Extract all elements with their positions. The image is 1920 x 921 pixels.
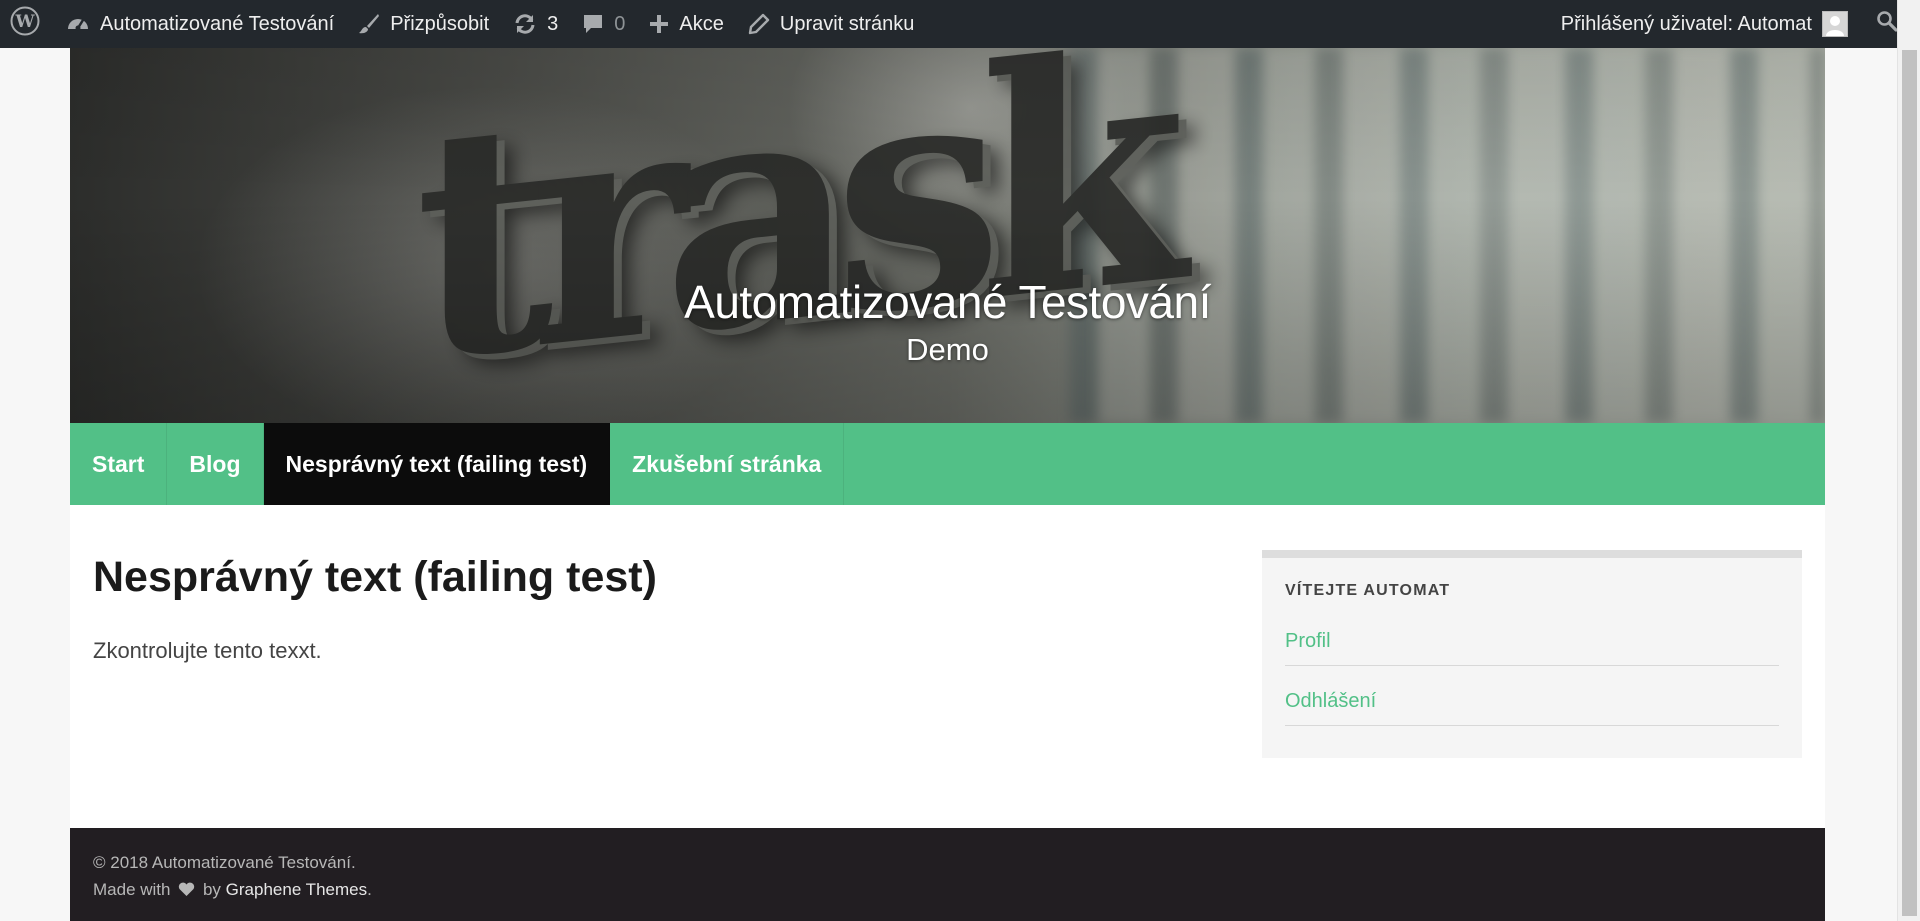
comment-icon xyxy=(582,13,604,35)
edit-page-menu[interactable]: Upravit stránku xyxy=(736,0,927,48)
graphene-themes-link[interactable]: Graphene Themes xyxy=(226,880,367,899)
my-account-menu[interactable]: Přihlášený uživatel: Automat xyxy=(1549,0,1860,48)
heart-icon xyxy=(178,880,195,900)
admin-bar: W Automatizované Testování Přizpůsobit 3… xyxy=(0,0,1920,48)
new-content-label: Akce xyxy=(679,12,724,35)
widget-title: VÍTEJTE AUTOMAT xyxy=(1285,582,1451,599)
site-footer: © 2018 Automatizované Testování. Made wi… xyxy=(70,828,1825,921)
updates-icon xyxy=(513,13,537,35)
new-content-menu[interactable]: Akce xyxy=(637,0,735,48)
site-title[interactable]: Automatizované Testování xyxy=(70,275,1825,329)
main-navigation: Start Blog Nesprávný text (failing test)… xyxy=(70,423,1825,505)
site-name-label: Automatizované Testování xyxy=(100,12,335,35)
customize-menu[interactable]: Přizpůsobit xyxy=(346,0,501,48)
logout-link[interactable]: Odhlášení xyxy=(1285,686,1779,726)
avatar xyxy=(1822,11,1848,37)
nav-item-start[interactable]: Start xyxy=(70,423,168,505)
dashboard-icon xyxy=(66,13,90,35)
svg-text:W: W xyxy=(14,12,35,32)
page-body-text: Zkontrolujte tento texxt. xyxy=(93,638,322,663)
user-greeting: Přihlášený uživatel: Automat xyxy=(1560,12,1812,35)
page-title: Nesprávný text (failing test) xyxy=(93,553,657,601)
main-content: Nesprávný text (failing test) Zkontroluj… xyxy=(70,505,1825,829)
footer-by: by xyxy=(202,880,221,899)
admin-bar-right: Přihlášený uživatel: Automat xyxy=(1549,0,1920,48)
page-container: trask Automatizované Testování Demo Star… xyxy=(70,48,1825,921)
pencil-icon xyxy=(748,13,770,35)
vertical-scrollbar[interactable] xyxy=(1897,0,1920,921)
comments-count: 0 xyxy=(614,12,626,35)
profile-link[interactable]: Profil xyxy=(1285,626,1779,666)
site-header: trask Automatizované Testování Demo xyxy=(70,48,1825,423)
plus-icon xyxy=(649,14,669,34)
nav-item-failing-test[interactable]: Nesprávný text (failing test) xyxy=(263,423,611,505)
brush-icon xyxy=(358,13,380,35)
wordpress-menu[interactable]: W xyxy=(0,0,54,48)
customize-label: Přizpůsobit xyxy=(390,12,490,35)
footer-made-with: Made with xyxy=(93,880,171,899)
welcome-widget: VÍTEJTE AUTOMAT Profil Odhlášení xyxy=(1262,550,1802,758)
nav-item-sample-page[interactable]: Zkušební stránka xyxy=(610,423,845,505)
site-name-menu[interactable]: Automatizované Testování xyxy=(54,0,346,48)
footer-period: . xyxy=(367,880,372,899)
search-icon xyxy=(1876,10,1898,38)
updates-menu[interactable]: 3 xyxy=(501,0,570,48)
scrollbar-thumb[interactable] xyxy=(1902,50,1917,916)
admin-bar-left: W Automatizované Testování Přizpůsobit 3… xyxy=(0,0,926,48)
footer-copyright: © 2018 Automatizované Testování. xyxy=(93,853,356,872)
comments-menu[interactable]: 0 xyxy=(570,0,637,48)
wordpress-icon: W xyxy=(10,6,40,42)
nav-item-blog[interactable]: Blog xyxy=(167,423,264,505)
footer-credits: Made with by Graphene Themes. xyxy=(93,880,1802,900)
site-description: Demo xyxy=(906,332,989,367)
updates-count: 3 xyxy=(547,12,559,35)
edit-page-label: Upravit stránku xyxy=(779,12,915,35)
